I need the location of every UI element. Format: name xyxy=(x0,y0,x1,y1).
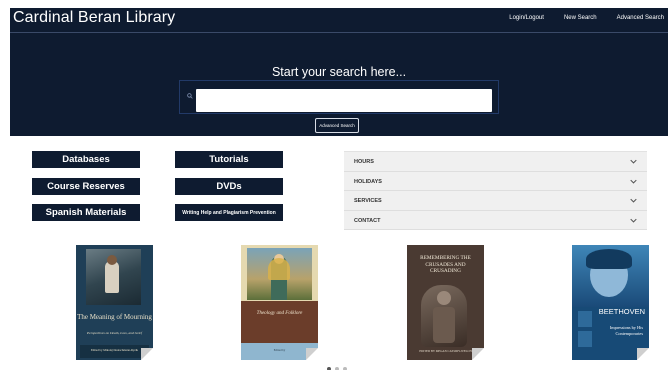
book-subtitle: Perspectives on Death, Loss, and Grief xyxy=(87,331,142,335)
accordion-label: HOURS xyxy=(354,159,374,165)
page-curl xyxy=(637,348,649,360)
accordion-contact[interactable]: CONTACT xyxy=(344,211,647,230)
page-curl xyxy=(141,348,153,360)
cover-artwork xyxy=(86,249,141,305)
search-box xyxy=(179,80,499,114)
accordion-services[interactable]: SERVICES xyxy=(344,191,647,211)
book-author: Edited by Mikołaj Deutschmann-Ryzik xyxy=(90,348,139,352)
header-divider xyxy=(10,32,668,33)
cover-artwork xyxy=(572,245,649,307)
book-title: REMEMBERING THE CRUSADES AND CRUSADING xyxy=(420,255,471,274)
book-subtitle: Impressions by His Contemporaries xyxy=(609,325,643,336)
book-cover-meaning-of-mourning[interactable]: The Meaning of Mourning Perspectives on … xyxy=(76,245,153,360)
book-cover-remembering-crusades[interactable]: REMEMBERING THE CRUSADES AND CRUSADING E… xyxy=(407,245,484,360)
cover-band: Theology and Folklore xyxy=(241,301,318,343)
cover-artwork xyxy=(247,248,312,300)
cover-artwork xyxy=(421,285,467,347)
search-heading: Start your search here... xyxy=(271,65,407,79)
accordion-label: SERVICES xyxy=(354,198,382,204)
book-title: The Meaning of Mourning xyxy=(77,313,152,321)
page-curl xyxy=(472,348,484,360)
book-title: BEETHOVEN xyxy=(598,307,645,316)
book-cover-theology-and-folklore[interactable]: Theology and Folklore Edited by xyxy=(241,245,318,360)
advanced-search-button[interactable]: Advanced Search xyxy=(315,118,359,133)
top-nav: Login/Logout New Search Advanced Search xyxy=(509,15,664,21)
chevron-down-icon xyxy=(630,159,637,164)
accordion-label: CONTACT xyxy=(354,217,381,224)
tutorials-button[interactable]: Tutorials xyxy=(175,151,283,168)
search-icon[interactable] xyxy=(187,93,193,99)
dvds-button[interactable]: DVDs xyxy=(175,178,283,195)
chevron-down-icon xyxy=(630,179,637,184)
page-curl xyxy=(306,348,318,360)
cover-band: Edited by Mikołaj Deutschmann-Ryzik xyxy=(80,345,149,358)
search-input[interactable] xyxy=(196,89,492,112)
site-title[interactable]: Cardinal Beran Library xyxy=(13,9,175,27)
book-cover-beethoven[interactable]: BEETHOVEN Impressions by His Contemporar… xyxy=(572,245,649,360)
chevron-down-icon xyxy=(630,218,637,223)
accordion-hours[interactable]: HOURS xyxy=(344,152,647,172)
chevron-down-icon xyxy=(630,198,637,203)
info-accordion: HOURS HOLIDAYS SERVICES CONTACT xyxy=(344,151,647,230)
login-logout-link[interactable]: Login/Logout xyxy=(509,15,544,21)
databases-button[interactable]: Databases xyxy=(32,151,140,168)
book-title: Theology and Folklore xyxy=(256,311,303,316)
accordion-holidays[interactable]: HOLIDAYS xyxy=(344,172,647,191)
course-reserves-button[interactable]: Course Reserves xyxy=(32,178,140,195)
accordion-label: HOLIDAYS xyxy=(354,178,382,185)
spanish-materials-button[interactable]: Spanish Materials xyxy=(32,204,140,221)
new-search-link[interactable]: New Search xyxy=(564,15,597,21)
writing-help-button[interactable]: Writing Help and Plagiarism Prevention xyxy=(175,204,283,221)
advanced-search-link[interactable]: Advanced Search xyxy=(617,15,664,21)
site-header: Cardinal Beran Library Login/Logout New … xyxy=(10,8,668,136)
